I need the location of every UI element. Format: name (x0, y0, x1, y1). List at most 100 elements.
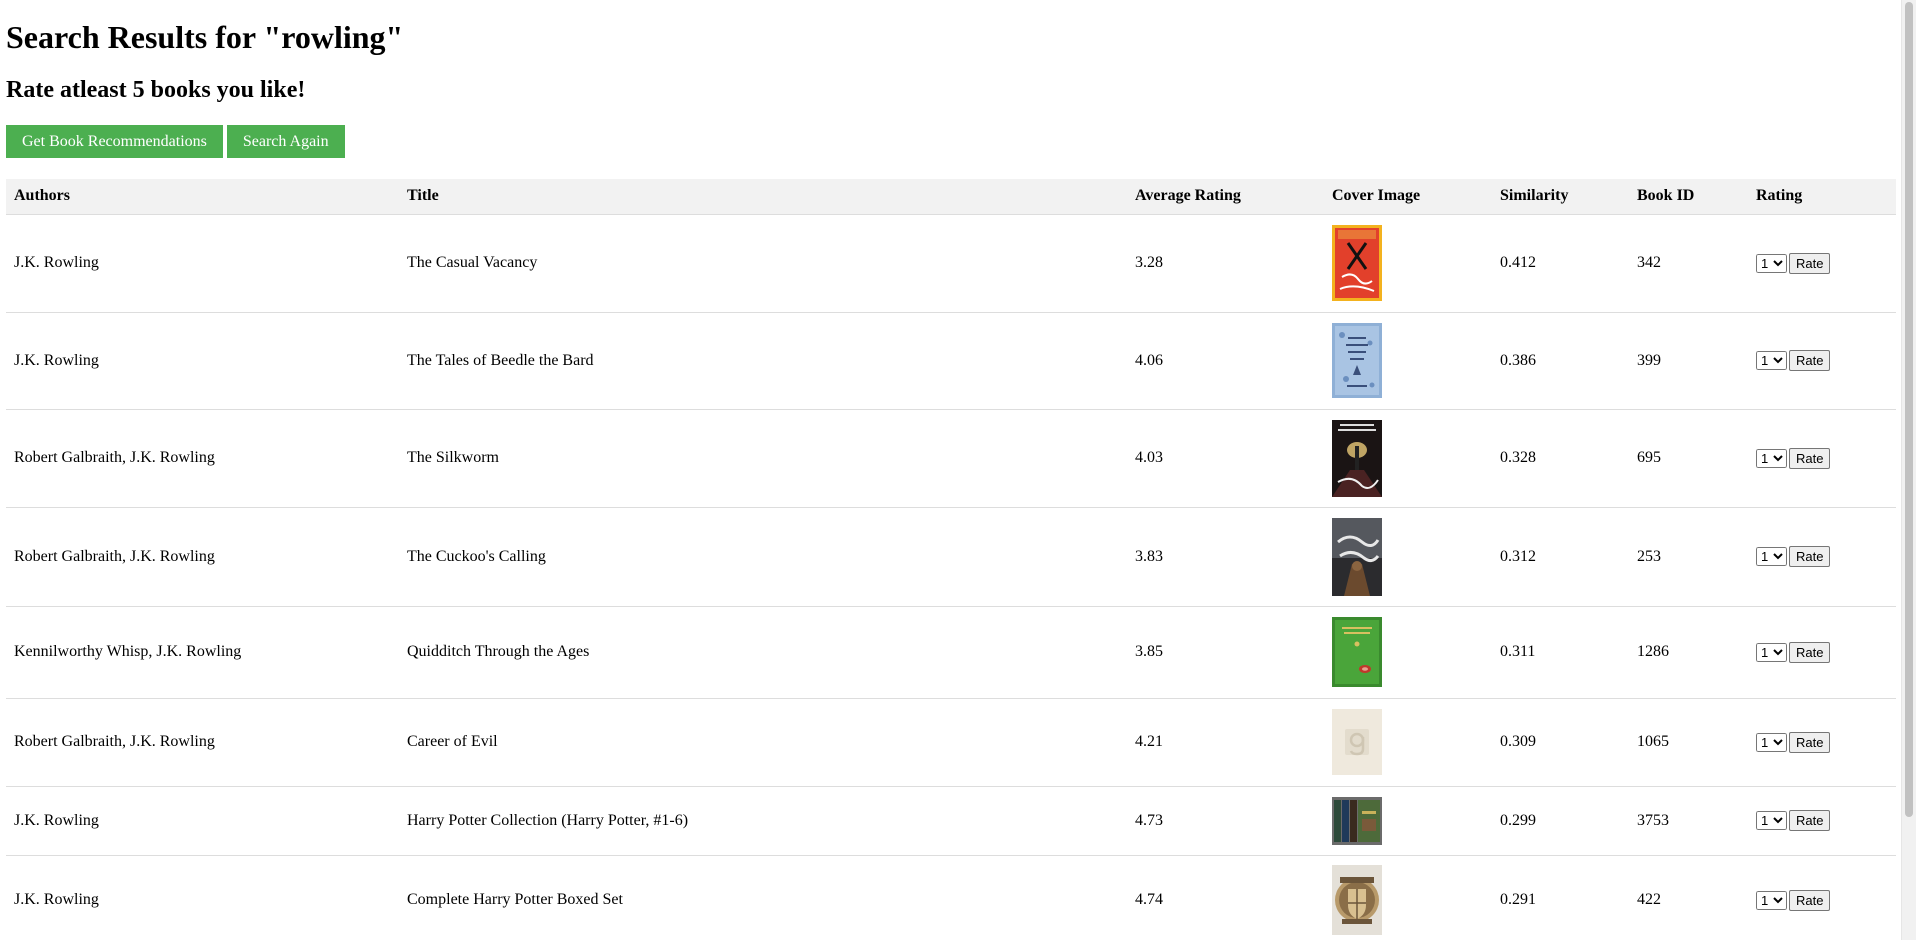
cell-similarity: 0.291 (1492, 855, 1629, 940)
table-row: J.K. Rowling Harry Potter Collection (Ha… (6, 786, 1896, 856)
cell-cover (1324, 312, 1492, 410)
cell-average-rating: 3.85 (1127, 606, 1324, 699)
rate-button[interactable]: Rate (1789, 889, 1831, 911)
cell-average-rating: 4.21 (1127, 698, 1324, 787)
rating-select[interactable]: 1 (1756, 642, 1787, 662)
header-average-rating: Average Rating (1127, 179, 1324, 215)
cell-similarity: 0.412 (1492, 214, 1629, 313)
cell-book-id: 1286 (1629, 606, 1748, 699)
cell-title: The Silkworm (399, 409, 1127, 508)
cell-average-rating: 4.03 (1127, 409, 1324, 508)
cell-title: Quidditch Through the Ages (399, 606, 1127, 699)
table-row: Robert Galbraith, J.K. Rowling Career of… (6, 698, 1896, 787)
cell-authors: Robert Galbraith, J.K. Rowling (6, 698, 399, 787)
cell-cover (1324, 786, 1492, 856)
cell-authors: Kennilworthy Whisp, J.K. Rowling (6, 606, 399, 699)
cell-average-rating: 4.73 (1127, 786, 1324, 856)
cell-rating: 1 Rate (1748, 214, 1896, 313)
cell-title: The Tales of Beedle the Bard (399, 312, 1127, 410)
cell-rating: 1 Rate (1748, 698, 1896, 787)
cell-similarity: 0.299 (1492, 786, 1629, 856)
beedle-the-bard-cover-image (1332, 323, 1382, 398)
cell-rating: 1 Rate (1748, 606, 1896, 699)
cell-cover (1324, 698, 1492, 787)
placeholder-cover-image (1332, 709, 1382, 775)
page-subtitle: Rate atleast 5 books you like! (6, 77, 306, 103)
cell-book-id: 253 (1629, 507, 1748, 607)
cell-title: The Cuckoo's Calling (399, 507, 1127, 607)
rating-select[interactable]: 1 (1756, 351, 1787, 370)
table-row: J.K. Rowling The Casual Vacancy 3.28 0.4… (6, 214, 1896, 313)
header-cover-image: Cover Image (1324, 179, 1492, 215)
rating-select[interactable]: 1 (1756, 253, 1787, 273)
header-title: Title (399, 179, 1127, 215)
table-row: Kennilworthy Whisp, J.K. Rowling Quiddit… (6, 606, 1896, 699)
rate-button[interactable]: Rate (1789, 641, 1831, 663)
cell-book-id: 1065 (1629, 698, 1748, 787)
vertical-scrollbar[interactable] (1901, 0, 1916, 940)
cell-cover (1324, 409, 1492, 508)
cell-cover (1324, 507, 1492, 607)
table-row: J.K. Rowling The Tales of Beedle the Bar… (6, 312, 1896, 410)
cell-cover (1324, 855, 1492, 940)
cell-rating: 1 Rate (1748, 312, 1896, 410)
get-recommendations-button[interactable]: Get Book Recommendations (6, 125, 223, 158)
cell-rating: 1 Rate (1748, 855, 1896, 940)
cell-rating: 1 Rate (1748, 786, 1896, 856)
cell-authors: J.K. Rowling (6, 855, 399, 940)
cell-cover (1324, 214, 1492, 313)
cell-similarity: 0.386 (1492, 312, 1629, 410)
silkworm-cover-image (1332, 419, 1382, 497)
cell-rating: 1 Rate (1748, 507, 1896, 607)
cell-authors: J.K. Rowling (6, 312, 399, 410)
cell-title: Harry Potter Collection (Harry Potter, #… (399, 786, 1127, 856)
header-similarity: Similarity (1492, 179, 1629, 215)
rate-button[interactable]: Rate (1789, 447, 1831, 469)
cell-book-id: 399 (1629, 312, 1748, 410)
cuckoos-calling-cover-image (1332, 517, 1382, 596)
page-title: Search Results for "rowling" (6, 19, 404, 55)
cell-similarity: 0.311 (1492, 606, 1629, 699)
table-row: J.K. Rowling Complete Harry Potter Boxed… (6, 855, 1896, 940)
cell-similarity: 0.312 (1492, 507, 1629, 607)
rating-select[interactable]: 1 (1756, 811, 1787, 830)
table-row: Robert Galbraith, J.K. Rowling The Cucko… (6, 507, 1896, 607)
scrollbar-thumb[interactable] (1905, 2, 1913, 817)
table-header-row: Authors Title Average Rating Cover Image… (6, 179, 1896, 215)
rate-button[interactable]: Rate (1789, 350, 1831, 371)
quidditch-cover-image (1332, 617, 1382, 687)
results-table: Authors Title Average Rating Cover Image… (6, 179, 1896, 940)
rating-select[interactable]: 1 (1756, 732, 1787, 752)
search-results-page: Search Results for "rowling" Rate atleas… (0, 0, 1902, 940)
cell-similarity: 0.309 (1492, 698, 1629, 787)
cell-average-rating: 3.83 (1127, 507, 1324, 607)
cell-title: The Casual Vacancy (399, 214, 1127, 313)
hogwarts-crest-cover-image (1332, 865, 1382, 935)
header-authors: Authors (6, 179, 399, 215)
rate-button[interactable]: Rate (1789, 546, 1831, 567)
rate-button[interactable]: Rate (1789, 252, 1831, 274)
header-rating: Rating (1748, 179, 1896, 215)
rate-button[interactable]: Rate (1789, 731, 1831, 753)
cell-title: Career of Evil (399, 698, 1127, 787)
rating-select[interactable]: 1 (1756, 448, 1787, 468)
cell-authors: J.K. Rowling (6, 786, 399, 856)
search-again-button[interactable]: Search Again (226, 125, 345, 158)
cell-rating: 1 Rate (1748, 409, 1896, 508)
table-row: Robert Galbraith, J.K. Rowling The Silkw… (6, 409, 1896, 508)
cell-average-rating: 4.74 (1127, 855, 1324, 940)
casual-vacancy-cover-image (1332, 225, 1382, 301)
cell-book-id: 695 (1629, 409, 1748, 508)
cell-authors: Robert Galbraith, J.K. Rowling (6, 409, 399, 508)
cell-book-id: 342 (1629, 214, 1748, 313)
cell-book-id: 3753 (1629, 786, 1748, 856)
cell-title: Complete Harry Potter Boxed Set (399, 855, 1127, 940)
rating-select[interactable]: 1 (1756, 890, 1787, 910)
rate-button[interactable]: Rate (1789, 810, 1831, 831)
cell-authors: J.K. Rowling (6, 214, 399, 313)
rating-select[interactable]: 1 (1756, 547, 1787, 566)
cell-book-id: 422 (1629, 855, 1748, 940)
cell-average-rating: 3.28 (1127, 214, 1324, 313)
hp-collection-cover-image (1332, 796, 1382, 845)
cell-similarity: 0.328 (1492, 409, 1629, 508)
